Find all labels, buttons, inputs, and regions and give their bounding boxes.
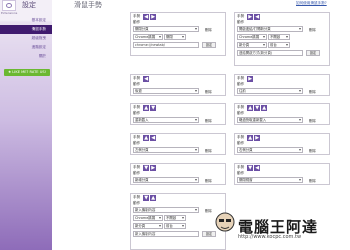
gesture-label: 手勢 <box>133 165 141 169</box>
rate-us-button[interactable]: ★ LIKE ME? RATE US! <box>4 69 50 76</box>
delete-button[interactable]: 刪除 <box>205 178 212 183</box>
arrow-left-icon: ◀ <box>143 75 150 82</box>
arrow-up-icon: ▲ <box>143 134 150 141</box>
gesture-label: 手勢 <box>237 135 245 139</box>
sidebar-item-drag[interactable]: 超級拖曳 <box>0 34 52 43</box>
app-logo-icon <box>2 0 16 11</box>
option-select[interactable]: Chrome擴展 <box>133 34 163 40</box>
gesture-label: 手勢 <box>133 195 141 199</box>
option-select[interactable]: Chrome擴展 <box>133 215 163 221</box>
delete-button[interactable]: 刪除 <box>309 89 316 94</box>
gesture-card: 手勢 ▼ ▲ 動作 新入機制內容 刪除 Chrome擴展 不開啟 新分頁 前台 … <box>130 193 226 250</box>
action-select[interactable]: 新入機制內容 <box>133 207 199 213</box>
mascot-icon <box>215 212 235 232</box>
gesture-card: 手勢 ▼ ◀ 動作 關閉視窗 刪除 <box>234 163 330 185</box>
action-select[interactable]: 左側分頁 <box>133 147 199 153</box>
rule-input[interactable]: 連結開啟方式(新分頁) <box>237 50 303 56</box>
gesture-label: 手勢 <box>133 105 141 109</box>
sidebar-item-about[interactable]: 關於 <box>0 52 52 61</box>
option-select-3[interactable]: 新分頁 <box>237 42 267 48</box>
gesture-card: 手勢 ◀ ▶ 動作 關閉分頁 刪除 Chrome擴展 關閉 chrome://n… <box>130 12 226 56</box>
action-select[interactable]: 關閉視窗 <box>237 177 303 183</box>
arrow-left-icon: ◀ <box>254 13 261 20</box>
arrow-up-icon: ▲ <box>247 134 254 141</box>
action-select[interactable]: 右側分頁 <box>237 147 303 153</box>
logo-text: Extensions <box>1 11 18 15</box>
rule-input[interactable]: 新入機制內容 <box>133 231 199 237</box>
action-select[interactable]: 後退 <box>133 88 199 94</box>
gesture-card: 手勢 ◀ 動作 後退 刪除 <box>130 74 226 96</box>
arrow-left-icon: ◀ <box>150 134 157 141</box>
gesture-card: 手勢 ▶ ◀ 動作 開啟連結/打開新分頁 刪除 Chrome擴展 不開啟 新分頁… <box>234 12 330 66</box>
delete-button[interactable]: 刪除 <box>205 148 212 153</box>
gesture-label: 手勢 <box>237 76 245 80</box>
gesture-card: 手勢 ▲ ▶ 動作 右側分頁 刪除 <box>234 133 330 155</box>
set-button[interactable]: 設定 <box>202 42 216 48</box>
help-link[interactable]: 如何使用滑鼠手勢? <box>296 1 327 6</box>
arrow-up-icon: ▲ <box>261 104 268 111</box>
sidebar-nav: 基本設定 滑鼠手勢 超級拖曳 進階設定 關於 <box>0 16 52 61</box>
action-select[interactable]: 略過快取重新載入 <box>237 117 303 123</box>
gesture-label: 手勢 <box>133 135 141 139</box>
action-select[interactable]: 重新載入 <box>133 117 199 123</box>
watermark-url: http://www.kocpc.com.tw <box>238 234 302 240</box>
arrow-down-icon: ▼ <box>150 104 157 111</box>
arrow-up-icon: ▲ <box>143 104 150 111</box>
option-select-2[interactable]: 不開啟 <box>268 34 290 40</box>
option-select[interactable]: Chrome擴展 <box>237 34 267 40</box>
watermark: 電腦王阿達 http://www.kocpc.com.tw <box>214 210 350 250</box>
gesture-card: 手勢 ▼ ▶ 動作 新增分頁 刪除 <box>130 163 226 185</box>
sidebar: Extensions 設定 基本設定 滑鼠手勢 超級拖曳 進階設定 關於 ★ L… <box>0 0 52 250</box>
delete-button[interactable]: 刪除 <box>309 27 316 32</box>
arrow-down-icon: ▼ <box>143 194 150 201</box>
delete-button[interactable]: 刪除 <box>205 208 212 213</box>
gesture-card: 手勢 ▲ ◀ 動作 左側分頁 刪除 <box>130 133 226 155</box>
arrow-down-icon: ▼ <box>254 104 261 111</box>
arrow-right-icon: ▶ <box>150 13 157 20</box>
gesture-label: 手勢 <box>133 14 141 18</box>
arrow-down-icon: ▼ <box>143 164 150 171</box>
option-select-3[interactable]: 新分頁 <box>133 223 163 229</box>
gesture-label: 手勢 <box>133 76 141 80</box>
option-select-4[interactable]: 前台 <box>268 42 290 48</box>
arrow-right-icon: ▶ <box>150 164 157 171</box>
option-select-2[interactable]: 關閉 <box>164 34 186 40</box>
arrow-right-icon: ▶ <box>254 134 261 141</box>
arrow-up-icon: ▲ <box>247 104 254 111</box>
action-select[interactable]: 開啟連結/打開新分頁 <box>237 26 303 32</box>
sidebar-item-basic[interactable]: 基本設定 <box>0 16 52 25</box>
arrow-down-icon: ▼ <box>247 164 254 171</box>
sidebar-item-gestures[interactable]: 滑鼠手勢 <box>0 25 52 34</box>
sidebar-item-advanced[interactable]: 進階設定 <box>0 43 52 52</box>
set-button[interactable]: 設定 <box>306 50 320 56</box>
gesture-card: 手勢 ▶ 動作 往前 刪除 <box>234 74 330 96</box>
gesture-card: 手勢 ▲ ▼ ▲ 動作 略過快取重新載入 刪除 <box>234 103 330 125</box>
delete-button[interactable]: 刪除 <box>309 118 316 123</box>
gesture-label: 手勢 <box>237 105 245 109</box>
gesture-label: 手勢 <box>237 165 245 169</box>
sidebar-title: 設定 <box>22 1 36 9</box>
delete-button[interactable]: 刪除 <box>309 148 316 153</box>
delete-button[interactable]: 刪除 <box>205 89 212 94</box>
option-select-4[interactable]: 前台 <box>164 223 186 229</box>
delete-button[interactable]: 刪除 <box>309 178 316 183</box>
action-select[interactable]: 新增分頁 <box>133 177 199 183</box>
arrow-right-icon: ▶ <box>247 75 254 82</box>
delete-button[interactable]: 刪除 <box>205 118 212 123</box>
url-input[interactable]: chrome://newtab/ <box>133 42 199 48</box>
delete-button[interactable]: 刪除 <box>205 27 212 32</box>
arrow-left-icon: ◀ <box>143 13 150 20</box>
option-select-2[interactable]: 不開啟 <box>164 215 186 221</box>
action-select[interactable]: 往前 <box>237 88 303 94</box>
action-select[interactable]: 關閉分頁 <box>133 26 199 32</box>
page-title: 滑鼠手勢 <box>74 1 102 9</box>
gesture-card: 手勢 ▲ ▼ 動作 重新載入 刪除 <box>130 103 226 125</box>
main-content: 滑鼠手勢 如何使用滑鼠手勢? 手勢 ◀ ▶ 動作 關閉分頁 刪除 Chrome擴… <box>52 0 350 250</box>
gesture-label: 手勢 <box>237 14 245 18</box>
arrow-up-icon: ▲ <box>150 194 157 201</box>
arrow-left-icon: ◀ <box>254 164 261 171</box>
arrow-right-icon: ▶ <box>247 13 254 20</box>
